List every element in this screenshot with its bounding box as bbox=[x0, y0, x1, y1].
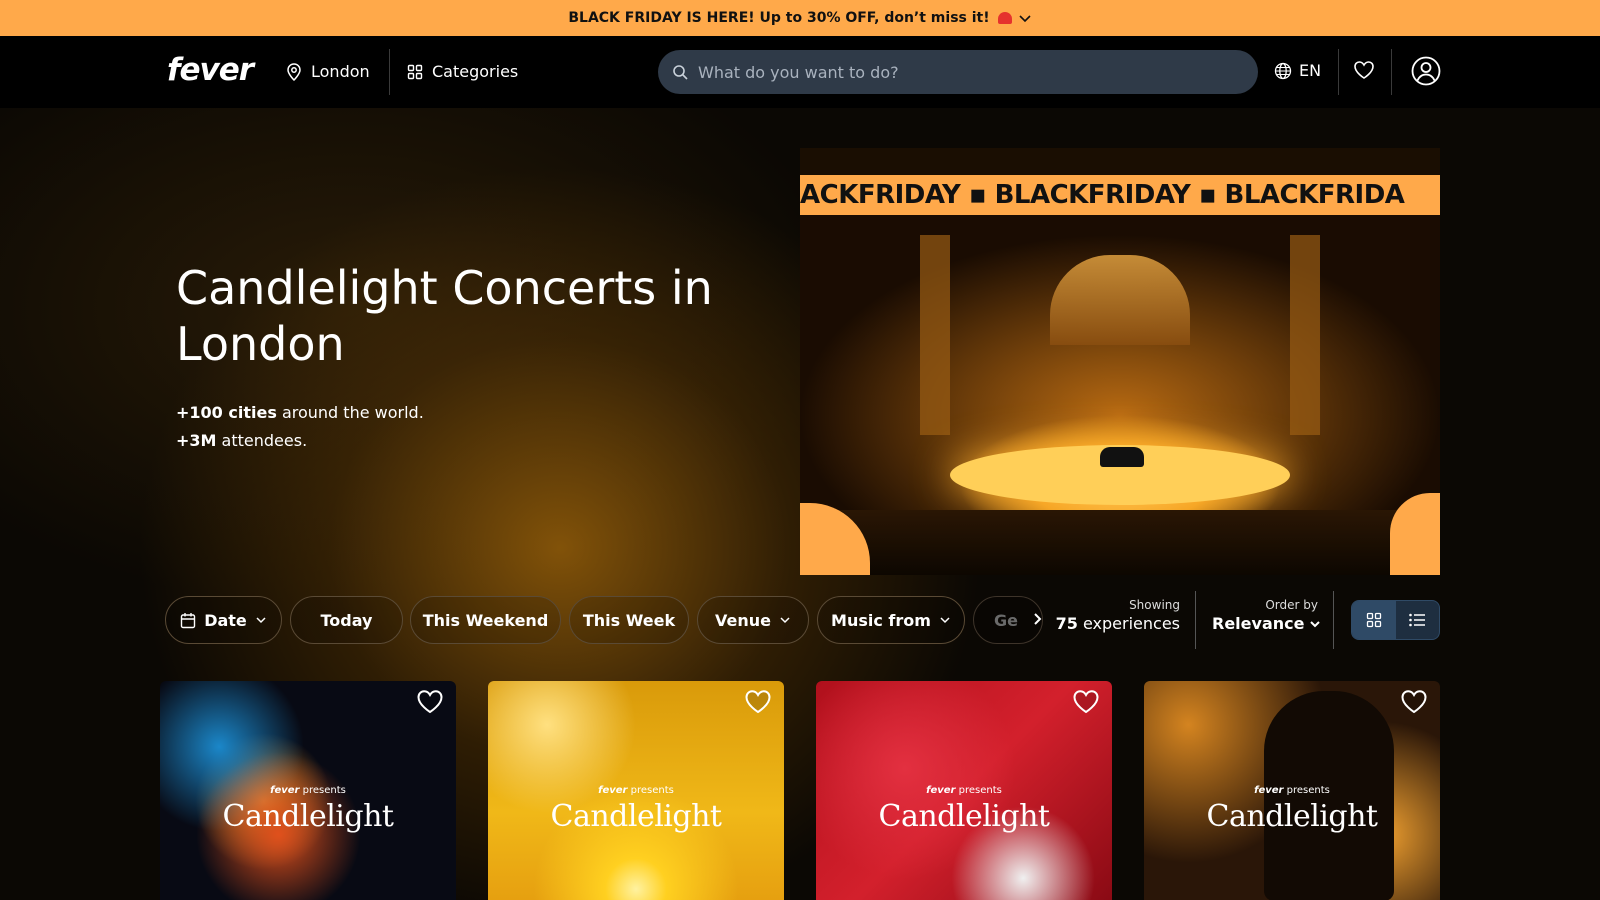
hero-image: ACKFRIDAY ▪ BLACKFRIDAY ▪ BLACKFRIDA bbox=[800, 148, 1440, 575]
attendees-stat: +3M attendees. bbox=[176, 431, 307, 450]
event-card[interactable]: fever presents Candlelight bbox=[488, 681, 784, 900]
heart-icon bbox=[1354, 61, 1374, 79]
presents-text: presents bbox=[958, 785, 1002, 796]
language-selector[interactable]: EN bbox=[1274, 61, 1321, 80]
chevron-down-icon bbox=[1310, 620, 1321, 627]
attendees-text: attendees. bbox=[216, 431, 308, 450]
today-filter[interactable]: Today bbox=[290, 596, 403, 644]
piano-icon bbox=[1100, 447, 1144, 467]
order-by-selector[interactable]: Order by Relevance bbox=[1212, 598, 1321, 633]
chevron-down-icon bbox=[256, 617, 266, 624]
date-filter[interactable]: Date bbox=[165, 596, 282, 644]
language-label: EN bbox=[1299, 61, 1322, 80]
cities-text: around the world. bbox=[276, 403, 424, 422]
divider bbox=[389, 49, 390, 95]
fever-logo[interactable]: fever bbox=[167, 52, 254, 88]
chevron-down-icon bbox=[1019, 15, 1031, 23]
user-icon bbox=[1411, 56, 1441, 86]
search-bar[interactable] bbox=[658, 50, 1258, 94]
location-label: London bbox=[311, 62, 370, 81]
promo-banner[interactable]: BLACK FRIDAY IS HERE! Up to 30% OFF, don… bbox=[0, 0, 1600, 36]
this-weekend-filter[interactable]: This Weekend bbox=[410, 596, 561, 644]
heart-icon bbox=[1073, 690, 1099, 714]
location-selector[interactable]: London bbox=[286, 62, 370, 81]
cities-stat: +100 cities around the world. bbox=[176, 403, 424, 422]
favorite-button[interactable] bbox=[416, 689, 444, 718]
card-title: Candlelight bbox=[878, 799, 1050, 834]
chevron-down-icon bbox=[780, 617, 790, 624]
presents-line: fever presents bbox=[816, 785, 1112, 796]
order-by-value: Relevance bbox=[1212, 614, 1305, 633]
more-filter-label: Ge bbox=[994, 610, 1018, 630]
card-title: Candlelight bbox=[222, 799, 394, 834]
chevron-right-icon bbox=[1034, 613, 1042, 625]
calendar-icon bbox=[181, 612, 196, 628]
event-card[interactable]: fever presents Candlelight bbox=[160, 681, 456, 900]
this-week-filter[interactable]: This Week bbox=[569, 596, 689, 644]
card-title: Candlelight bbox=[550, 799, 722, 834]
concert-hall-illustration bbox=[800, 215, 1440, 575]
categories-label: Categories bbox=[432, 62, 519, 81]
results-count: Showing 75 experiences bbox=[1056, 598, 1180, 633]
card-title: Candlelight bbox=[1206, 799, 1378, 834]
divider bbox=[1333, 591, 1334, 649]
date-filter-label: Date bbox=[204, 610, 247, 630]
showing-label: Showing bbox=[1129, 598, 1180, 612]
search-input[interactable] bbox=[698, 62, 1218, 82]
presents-text: presents bbox=[302, 785, 346, 796]
favorite-button[interactable] bbox=[1400, 689, 1428, 718]
list-view-button[interactable] bbox=[1396, 601, 1440, 639]
event-card[interactable]: fever presents Candlelight bbox=[1144, 681, 1440, 900]
favorites-button[interactable] bbox=[1353, 60, 1375, 84]
presents-brand: fever bbox=[598, 785, 628, 796]
this-weekend-filter-label: This Weekend bbox=[422, 610, 549, 630]
promo-text: BLACK FRIDAY IS HERE! Up to 30% OFF, don… bbox=[568, 10, 990, 26]
black-friday-band: ACKFRIDAY ▪ BLACKFRIDAY ▪ BLACKFRIDA bbox=[800, 175, 1440, 215]
presents-brand: fever bbox=[270, 785, 300, 796]
cities-count: +100 cities bbox=[176, 403, 277, 422]
experience-count: 75 bbox=[1055, 614, 1078, 633]
heart-icon bbox=[1401, 690, 1427, 714]
venue-filter-label: Venue bbox=[715, 610, 771, 630]
attendees-count: +3M bbox=[176, 431, 217, 450]
globe-icon bbox=[1274, 62, 1292, 79]
experience-unit: experiences bbox=[1077, 614, 1180, 633]
event-card[interactable]: fever presents Candlelight bbox=[816, 681, 1112, 900]
siren-icon bbox=[997, 12, 1012, 24]
heart-icon bbox=[745, 690, 771, 714]
presents-line: fever presents bbox=[488, 785, 784, 796]
grid-icon bbox=[407, 64, 423, 79]
presents-text: presents bbox=[630, 785, 674, 796]
hero-section: Candlelight Concerts in London +100 citi… bbox=[0, 108, 1600, 900]
grid-icon bbox=[1366, 612, 1381, 628]
music-from-filter[interactable]: Music from bbox=[817, 596, 965, 644]
presents-brand: fever bbox=[1254, 785, 1284, 796]
music-from-filter-label: Music from bbox=[831, 610, 931, 630]
presents-line: fever presents bbox=[1144, 785, 1440, 796]
divider bbox=[1391, 49, 1392, 95]
presents-text: presents bbox=[1286, 785, 1330, 796]
grid-view-button[interactable] bbox=[1352, 601, 1396, 639]
filters-next-button[interactable] bbox=[1024, 606, 1050, 632]
location-pin-icon bbox=[287, 62, 301, 81]
favorite-button[interactable] bbox=[744, 689, 772, 718]
favorite-button[interactable] bbox=[1072, 689, 1100, 718]
presents-line: fever presents bbox=[160, 785, 456, 796]
view-toggle bbox=[1351, 600, 1440, 640]
categories-button[interactable]: Categories bbox=[407, 62, 518, 81]
search-icon bbox=[673, 65, 688, 80]
order-by-label: Order by bbox=[1265, 598, 1318, 612]
list-icon bbox=[1409, 613, 1426, 627]
divider bbox=[1338, 49, 1339, 95]
divider bbox=[1195, 591, 1196, 649]
account-button[interactable] bbox=[1411, 56, 1441, 90]
today-filter-label: Today bbox=[320, 610, 373, 630]
page-title: Candlelight Concerts in London bbox=[176, 261, 713, 371]
presents-brand: fever bbox=[926, 785, 956, 796]
venue-filter[interactable]: Venue bbox=[697, 596, 809, 644]
heart-icon bbox=[417, 690, 443, 714]
this-week-filter-label: This Week bbox=[582, 610, 676, 630]
chevron-down-icon bbox=[940, 617, 950, 624]
top-nav: fever London Categories EN bbox=[0, 36, 1600, 108]
